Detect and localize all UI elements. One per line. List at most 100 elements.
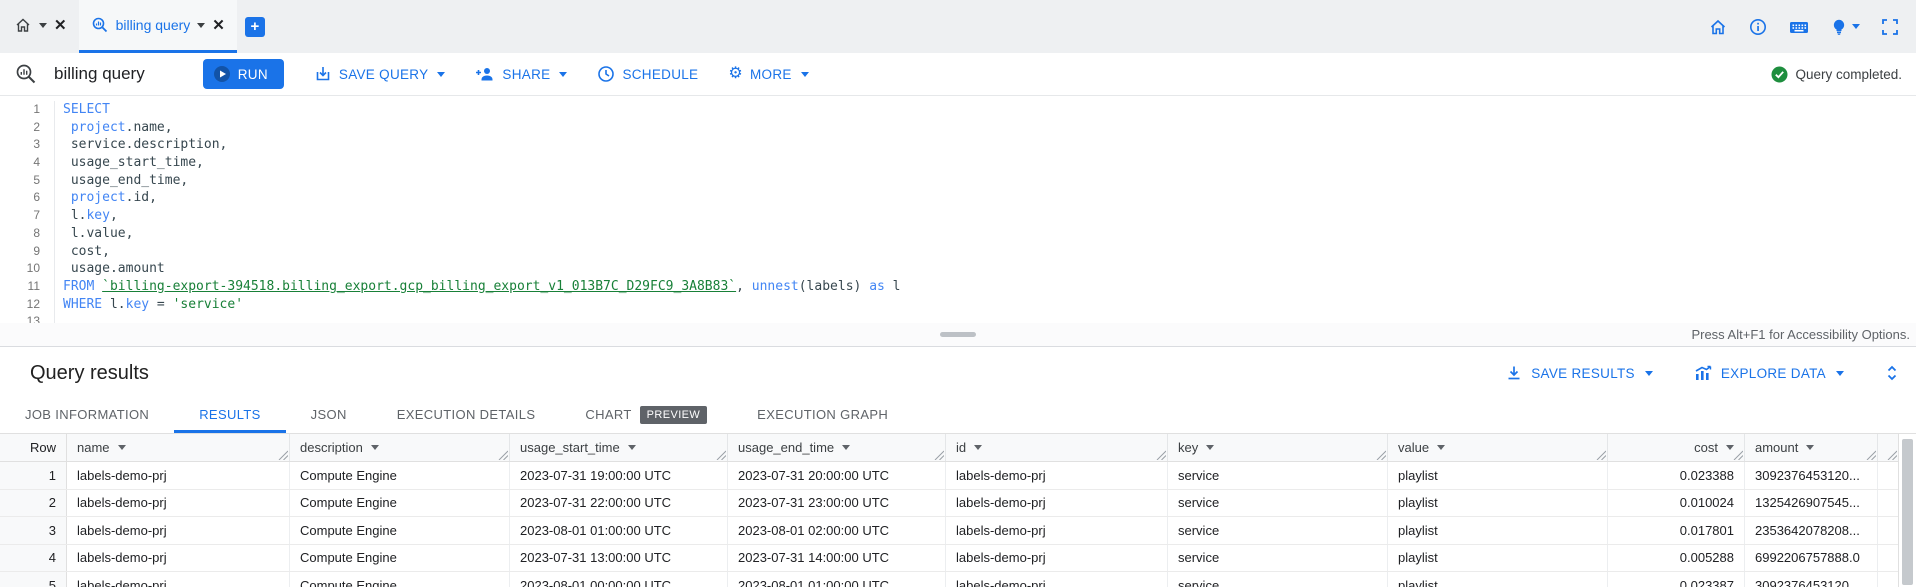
cell-key[interactable]: service bbox=[1168, 517, 1388, 544]
column-header-key[interactable]: key bbox=[1168, 434, 1388, 461]
cell-cost[interactable]: 0.023387 bbox=[1608, 572, 1745, 587]
cell-filler[interactable] bbox=[1878, 462, 1898, 489]
column-header-id[interactable]: id bbox=[946, 434, 1168, 461]
cell-id[interactable]: labels-demo-prj bbox=[946, 462, 1168, 489]
cell-filler[interactable] bbox=[1878, 490, 1898, 517]
share-button[interactable]: SHARE bbox=[475, 65, 567, 83]
column-header-cost[interactable]: cost bbox=[1608, 434, 1745, 461]
cell-key[interactable]: service bbox=[1168, 545, 1388, 572]
cell-key[interactable]: service bbox=[1168, 490, 1388, 517]
cell-amount[interactable]: 3092376453120... bbox=[1745, 572, 1878, 587]
sort-caret-icon[interactable] bbox=[842, 445, 850, 450]
cell-description[interactable]: Compute Engine bbox=[290, 517, 510, 544]
home-tab-menu-caret[interactable] bbox=[39, 23, 47, 28]
home-icon[interactable] bbox=[1708, 17, 1728, 37]
vertical-scrollbar[interactable] bbox=[1898, 434, 1916, 587]
cell-name[interactable]: labels-demo-prj bbox=[67, 517, 290, 544]
results-tab-json[interactable]: JSON bbox=[286, 399, 372, 433]
column-resize-handle[interactable] bbox=[498, 450, 508, 460]
column-header-name[interactable]: name bbox=[67, 434, 290, 461]
cell-row[interactable]: 5 bbox=[0, 572, 67, 587]
cell-name[interactable]: labels-demo-prj bbox=[67, 490, 290, 517]
cell-amount[interactable]: 6992206757888.0 bbox=[1745, 545, 1878, 572]
column-resize-handle[interactable] bbox=[278, 450, 288, 460]
results-tab-chart[interactable]: CHARTPREVIEW bbox=[560, 399, 732, 433]
schedule-button[interactable]: SCHEDULE bbox=[597, 65, 698, 83]
cell-filler[interactable] bbox=[1878, 572, 1898, 587]
column-header-value[interactable]: value bbox=[1388, 434, 1608, 461]
results-tab-job-information[interactable]: JOB INFORMATION bbox=[0, 399, 174, 433]
cell-amount[interactable]: 2353642078208... bbox=[1745, 517, 1878, 544]
cell-id[interactable]: labels-demo-prj bbox=[946, 545, 1168, 572]
new-tab-button[interactable]: + bbox=[245, 17, 265, 37]
sort-caret-icon[interactable] bbox=[1806, 445, 1814, 450]
explore-data-button[interactable]: EXPLORE DATA bbox=[1693, 364, 1844, 382]
cell-cost[interactable]: 0.010024 bbox=[1608, 490, 1745, 517]
sort-caret-icon[interactable] bbox=[1437, 445, 1445, 450]
cell-value[interactable]: playlist bbox=[1388, 462, 1608, 489]
cell-description[interactable]: Compute Engine bbox=[290, 545, 510, 572]
keyboard-icon[interactable] bbox=[1788, 17, 1810, 37]
cell-id[interactable]: labels-demo-prj bbox=[946, 490, 1168, 517]
cell-usage_end_time[interactable]: 2023-08-01 02:00:00 UTC bbox=[728, 517, 946, 544]
cell-cost[interactable]: 0.017801 bbox=[1608, 517, 1745, 544]
cell-usage_end_time[interactable]: 2023-08-01 01:00:00 UTC bbox=[728, 572, 946, 587]
cell-key[interactable]: service bbox=[1168, 572, 1388, 587]
tab-close-icon[interactable]: ✕ bbox=[212, 18, 225, 33]
column-header-usage_start_time[interactable]: usage_start_time bbox=[510, 434, 728, 461]
home-tab[interactable]: ✕ bbox=[0, 0, 79, 53]
cell-usage_start_time[interactable]: 2023-07-31 22:00:00 UTC bbox=[510, 490, 728, 517]
cell-id[interactable]: labels-demo-prj bbox=[946, 572, 1168, 587]
column-resize-handle[interactable] bbox=[1866, 450, 1876, 460]
cell-row[interactable]: 1 bbox=[0, 462, 67, 489]
cell-filler[interactable] bbox=[1878, 517, 1898, 544]
lightbulb-icon[interactable] bbox=[1830, 17, 1860, 37]
column-resize-handle[interactable] bbox=[1156, 450, 1166, 460]
tab-billing-query[interactable]: billing query ✕ bbox=[79, 0, 237, 53]
cell-row[interactable]: 4 bbox=[0, 545, 67, 572]
column-header-description[interactable]: description bbox=[290, 434, 510, 461]
results-tab-execution-graph[interactable]: EXECUTION GRAPH bbox=[732, 399, 913, 433]
column-resize-handle[interactable] bbox=[1376, 450, 1386, 460]
fullscreen-icon[interactable] bbox=[1880, 17, 1900, 37]
results-tab-results[interactable]: RESULTS bbox=[174, 399, 285, 433]
cell-id[interactable]: labels-demo-prj bbox=[946, 517, 1168, 544]
sort-caret-icon[interactable] bbox=[118, 445, 126, 450]
cell-name[interactable]: labels-demo-prj bbox=[67, 572, 290, 587]
column-header-amount[interactable]: amount bbox=[1745, 434, 1878, 461]
column-header-usage_end_time[interactable]: usage_end_time bbox=[728, 434, 946, 461]
cell-usage_start_time[interactable]: 2023-07-31 19:00:00 UTC bbox=[510, 462, 728, 489]
home-tab-close-icon[interactable]: ✕ bbox=[54, 18, 67, 33]
column-resize-handle[interactable] bbox=[934, 450, 944, 460]
cell-name[interactable]: labels-demo-prj bbox=[67, 545, 290, 572]
column-resize-handle[interactable] bbox=[1733, 450, 1743, 460]
cell-row[interactable]: 2 bbox=[0, 490, 67, 517]
tab-menu-caret[interactable] bbox=[197, 23, 205, 28]
more-button[interactable]: ⚙ MORE bbox=[728, 66, 808, 82]
save-results-button[interactable]: SAVE RESULTS bbox=[1505, 364, 1653, 382]
sort-caret-icon[interactable] bbox=[371, 445, 379, 450]
cell-usage_end_time[interactable]: 2023-07-31 20:00:00 UTC bbox=[728, 462, 946, 489]
cell-row[interactable]: 3 bbox=[0, 517, 67, 544]
cell-description[interactable]: Compute Engine bbox=[290, 462, 510, 489]
column-resize-handle[interactable] bbox=[1596, 450, 1606, 460]
column-resize-handle[interactable] bbox=[716, 450, 726, 460]
collapse-panel-icon[interactable] bbox=[1884, 364, 1900, 382]
cell-value[interactable]: playlist bbox=[1388, 545, 1608, 572]
run-button[interactable]: RUN bbox=[203, 59, 284, 89]
cell-usage_start_time[interactable]: 2023-07-31 13:00:00 UTC bbox=[510, 545, 728, 572]
cell-amount[interactable]: 3092376453120... bbox=[1745, 462, 1878, 489]
cell-usage_start_time[interactable]: 2023-08-01 00:00:00 UTC bbox=[510, 572, 728, 587]
sql-editor[interactable]: 1SELECT2 project.name,3 service.descript… bbox=[0, 96, 1916, 323]
cell-description[interactable]: Compute Engine bbox=[290, 490, 510, 517]
sort-caret-icon[interactable] bbox=[628, 445, 636, 450]
cell-cost[interactable]: 0.005288 bbox=[1608, 545, 1745, 572]
save-query-button[interactable]: SAVE QUERY bbox=[314, 65, 446, 83]
sort-caret-icon[interactable] bbox=[974, 445, 982, 450]
cell-filler[interactable] bbox=[1878, 545, 1898, 572]
cell-amount[interactable]: 1325426907545... bbox=[1745, 490, 1878, 517]
cell-name[interactable]: labels-demo-prj bbox=[67, 462, 290, 489]
column-resize-handle[interactable] bbox=[1887, 450, 1897, 460]
sort-caret-icon[interactable] bbox=[1206, 445, 1214, 450]
panel-resize-handle[interactable] bbox=[940, 332, 976, 337]
